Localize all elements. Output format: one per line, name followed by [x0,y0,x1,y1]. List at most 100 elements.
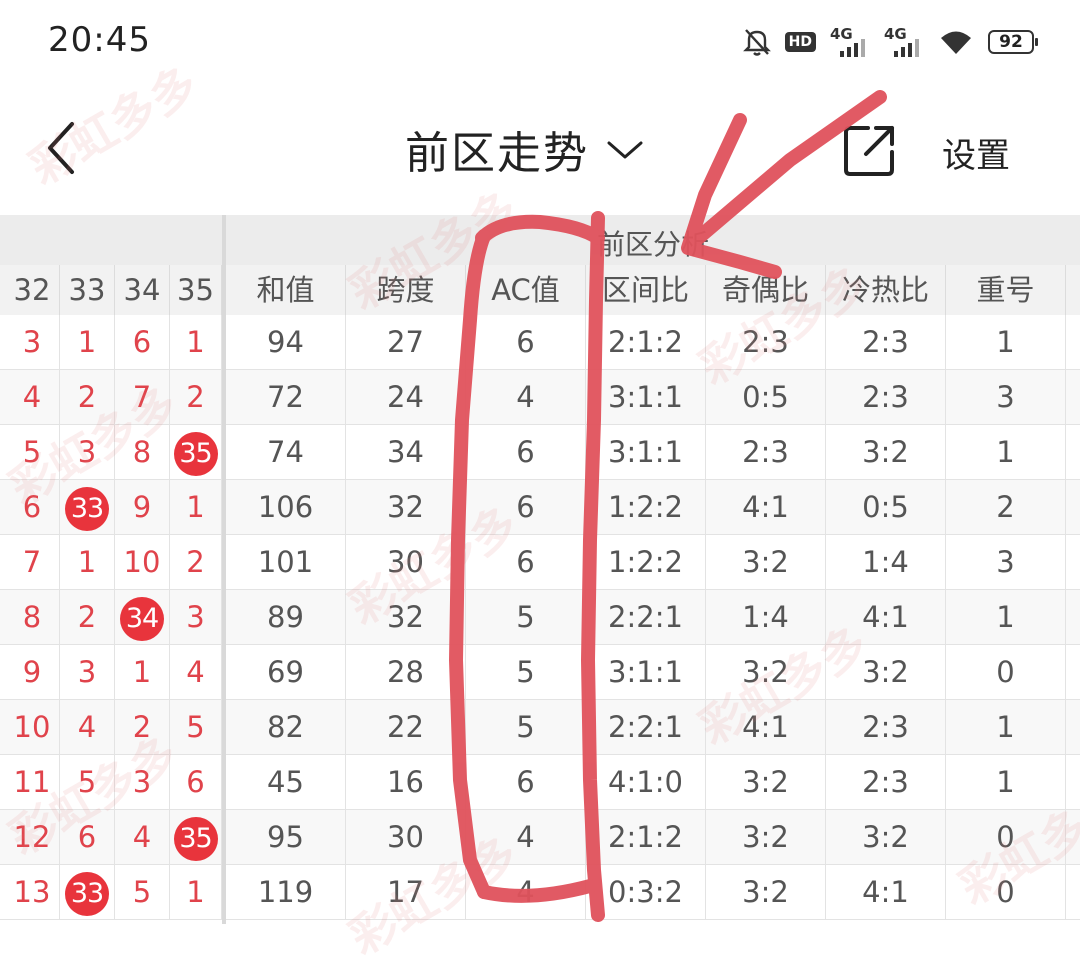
zone-ratio-cell: 2:1:2 [586,810,706,864]
table-row[interactable]: 7 1 10 2 101 30 6 1:2:2 3:2 1:4 3 [0,535,1080,590]
zone-ratio-cell: 2:2:1 [586,700,706,754]
repeat-count-cell: 3 [946,535,1066,589]
repeat-count-cell: 3 [946,370,1066,424]
table-row[interactable]: 12 6 4 35 95 30 4 2:1:2 3:2 3:2 0 [0,810,1080,865]
hot-cold-ratio-cell: 4:1 [826,865,946,919]
number-cell-miss-count: 4 [115,810,170,864]
number-cell-miss-count: 6 [60,810,115,864]
sum-value-cell: 101 [226,535,346,589]
title-dropdown[interactable]: 前区走势 [405,114,645,184]
sum-value-cell: 82 [226,700,346,754]
ac-value-cell: 4 [466,865,586,919]
number-cell-miss-count: 2 [60,370,115,424]
hot-cold-ratio-cell: 3:2 [826,810,946,864]
column-header-span[interactable]: 跨度 [346,265,466,315]
sum-value-cell: 106 [226,480,346,534]
number-cell-miss-count: 4 [170,645,222,699]
table-row[interactable]: 6 33 9 1 106 32 6 1:2:2 4:1 0:5 2 [0,480,1080,535]
table-row[interactable]: 13 33 5 1 119 17 4 0:3:2 3:2 4:1 0 [0,865,1080,920]
number-cell-miss-count: 10 [115,535,170,589]
repeat-count-cell: 0 [946,865,1066,919]
back-arrow-icon [48,122,74,174]
status-bar: 20:45 HD 4G 4G 92 [0,0,1080,84]
table-row[interactable]: 8 2 34 3 89 32 5 2:2:1 1:4 4:1 1 [0,590,1080,645]
column-header-ac-value[interactable]: AC值 [466,265,586,315]
number-cell-miss-count: 3 [115,755,170,809]
number-cell-miss-count: 6 [5,480,60,534]
table-row[interactable]: 11 5 3 6 45 16 6 4:1:0 3:2 2:3 1 [0,755,1080,810]
number-cell-miss-count: 1 [115,645,170,699]
span-cell: 34 [346,425,466,479]
column-divider [222,215,226,924]
odd-even-ratio-cell: 0:5 [706,370,826,424]
number-cell-hit: 34 [115,590,170,644]
sum-value-cell: 94 [226,315,346,369]
odd-even-ratio-cell: 3:2 [706,535,826,589]
repeat-count-cell: 1 [946,425,1066,479]
mute-bell-icon [742,27,771,57]
ac-value-cell: 4 [466,370,586,424]
sum-value-cell: 69 [226,645,346,699]
number-cell-miss-count: 11 [5,755,60,809]
wifi-icon [938,28,974,56]
table-row[interactable]: 10 4 2 5 82 22 5 2:2:1 4:1 2:3 1 [0,700,1080,755]
ac-value-cell: 5 [466,645,586,699]
table-row[interactable]: 3 1 6 1 94 27 6 2:1:2 2:3 2:3 1 [0,315,1080,370]
ac-value-cell: 6 [466,315,586,369]
span-cell: 28 [346,645,466,699]
number-cell-miss-count: 4 [60,700,115,754]
number-cell-miss-count: 5 [115,865,170,919]
column-header-repeat-count[interactable]: 重号 [946,265,1066,315]
hot-cold-ratio-cell: 2:3 [826,755,946,809]
signal-sim1-icon: 4G [830,25,870,57]
sum-value-cell: 95 [226,810,346,864]
column-header-number: 35 [170,265,222,315]
trend-table[interactable]: 前区分析 32 33 34 35 和值 跨度 AC值 区间比 奇偶比 冷热比 重号 3 1 6 1 94 27… [0,215,1080,924]
number-cell-miss-count: 7 [5,535,60,589]
number-cell-miss-count: 5 [170,700,222,754]
number-cell-miss-count: 1 [170,865,222,919]
column-header-hot-cold-ratio[interactable]: 冷热比 [826,265,946,315]
number-cell-miss-count: 2 [170,370,222,424]
table-row[interactable]: 9 3 1 4 69 28 5 3:1:1 3:2 3:2 0 [0,645,1080,700]
odd-even-ratio-cell: 1:4 [706,590,826,644]
hot-cold-ratio-cell: 4:1 [826,590,946,644]
zone-ratio-cell: 3:1:1 [586,645,706,699]
number-cell-hit: 33 [60,865,115,919]
ac-value-cell: 5 [466,590,586,644]
column-header-odd-even-ratio[interactable]: 奇偶比 [706,265,826,315]
span-cell: 24 [346,370,466,424]
number-cell-miss-count: 1 [60,535,115,589]
repeat-count-cell: 1 [946,700,1066,754]
signal-sim2-icon: 4G [884,25,924,57]
hot-cold-ratio-cell: 1:4 [826,535,946,589]
column-header-sum-value[interactable]: 和值 [226,265,346,315]
status-time: 20:45 [48,20,151,60]
repeat-count-cell: 0 [946,645,1066,699]
odd-even-ratio-cell: 3:2 [706,755,826,809]
number-cell-miss-count: 13 [5,865,60,919]
number-cell-miss-count: 5 [5,425,60,479]
settings-button[interactable]: 设置 [942,128,1010,177]
ac-value-cell: 6 [466,425,586,479]
share-button[interactable] [840,120,900,180]
odd-even-ratio-cell: 3:2 [706,810,826,864]
battery-icon: 92 [988,30,1038,54]
sum-value-cell: 72 [226,370,346,424]
number-cell-miss-count: 1 [170,315,222,369]
number-cell-miss-count: 1 [60,315,115,369]
zone-ratio-cell: 2:2:1 [586,590,706,644]
table-row[interactable]: 5 3 8 35 74 34 6 3:1:1 2:3 3:2 1 [0,425,1080,480]
number-cell-miss-count: 2 [115,700,170,754]
table-row[interactable]: 4 2 7 2 72 24 4 3:1:1 0:5 2:3 3 [0,370,1080,425]
repeat-count-cell: 1 [946,315,1066,369]
column-header-zone-ratio[interactable]: 区间比 [586,265,706,315]
number-cell-miss-count: 12 [5,810,60,864]
odd-even-ratio-cell: 3:2 [706,645,826,699]
number-cell-miss-count: 8 [115,425,170,479]
span-cell: 30 [346,810,466,864]
back-button[interactable] [38,118,88,178]
repeat-count-cell: 2 [946,480,1066,534]
number-cell-miss-count: 3 [170,590,222,644]
zone-ratio-cell: 3:1:1 [586,425,706,479]
